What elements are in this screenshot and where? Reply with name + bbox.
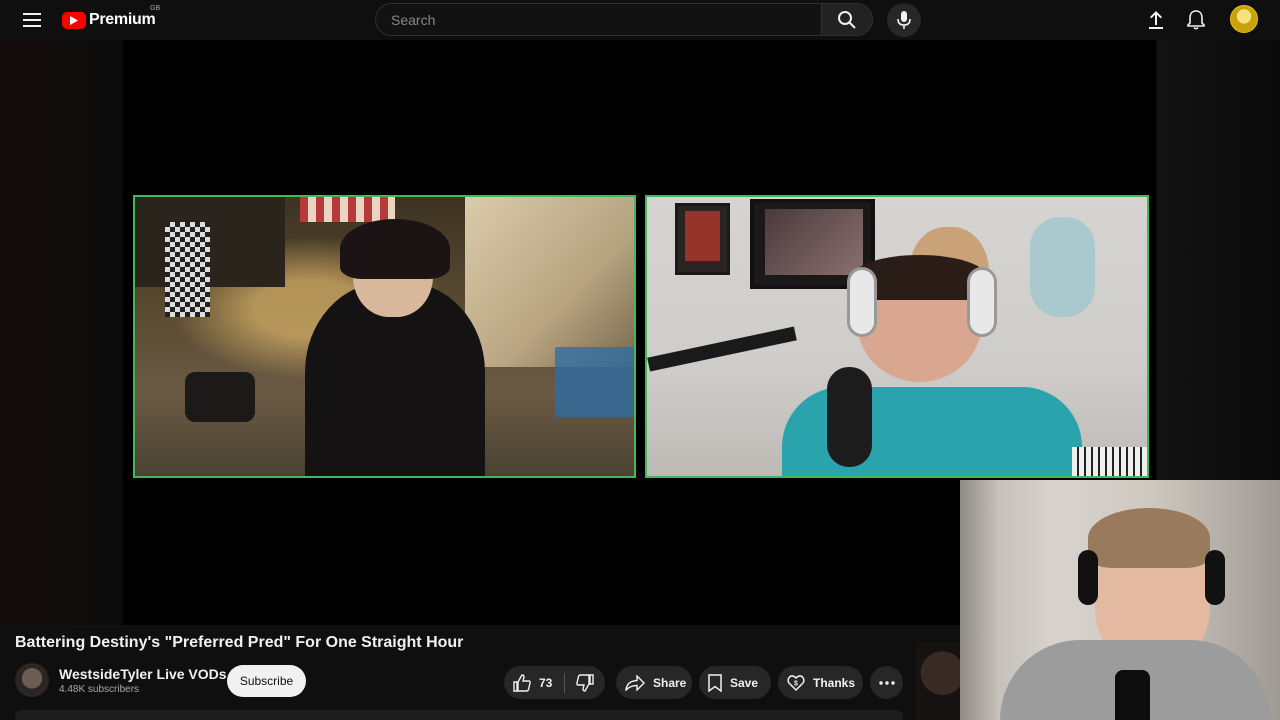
top-bar: Premium GB bbox=[0, 0, 1280, 40]
like-count: 73 bbox=[539, 675, 553, 690]
subscriber-count: 4.48K subscribers bbox=[59, 684, 140, 695]
more-horizontal-icon bbox=[878, 680, 895, 685]
video-frame-left-participant bbox=[133, 195, 636, 478]
svg-text:$: $ bbox=[794, 680, 798, 687]
search-button[interactable] bbox=[821, 3, 873, 36]
thanks-label: Thanks bbox=[813, 675, 856, 690]
share-icon bbox=[625, 674, 645, 691]
thanks-icon: $ bbox=[787, 674, 805, 691]
video-frame-right-participant bbox=[645, 195, 1149, 478]
bell-icon bbox=[1187, 10, 1205, 30]
upload-icon bbox=[1149, 11, 1163, 29]
menu-icon[interactable] bbox=[16, 4, 48, 36]
notifications-button[interactable] bbox=[1180, 4, 1212, 36]
share-label: Share bbox=[653, 675, 687, 690]
sidebar-thumbnail[interactable] bbox=[916, 642, 960, 720]
create-upload-button[interactable] bbox=[1140, 4, 1172, 36]
search-icon bbox=[838, 10, 856, 29]
share-button[interactable]: Share bbox=[616, 666, 692, 699]
like-dislike-group: 73 bbox=[504, 666, 605, 699]
youtube-play-icon bbox=[62, 11, 86, 29]
like-button[interactable]: 73 bbox=[504, 666, 564, 699]
logo-country-code: GB bbox=[150, 5, 161, 12]
logo-text: Premium bbox=[89, 11, 156, 28]
search-box[interactable] bbox=[375, 3, 822, 36]
more-actions-button[interactable] bbox=[870, 666, 903, 699]
dislike-button[interactable] bbox=[565, 666, 605, 699]
video-title: Battering Destiny's "Preferred Pred" For… bbox=[15, 634, 464, 651]
channel-name[interactable]: WestsideTyler Live VODs bbox=[59, 666, 227, 682]
thumbs-up-icon bbox=[513, 673, 531, 692]
description-box[interactable] bbox=[15, 710, 903, 720]
save-label: Save bbox=[730, 675, 759, 690]
save-button[interactable]: Save bbox=[699, 666, 771, 699]
bookmark-icon bbox=[708, 673, 722, 692]
thanks-button[interactable]: $ Thanks bbox=[778, 666, 863, 699]
thumbs-down-icon bbox=[576, 673, 594, 692]
voice-search-button[interactable] bbox=[887, 3, 921, 37]
account-avatar[interactable] bbox=[1230, 5, 1258, 33]
microphone-icon bbox=[897, 11, 911, 29]
subscribe-button[interactable]: Subscribe bbox=[227, 665, 306, 697]
streamer-webcam-overlay bbox=[960, 480, 1280, 720]
youtube-premium-logo[interactable]: Premium bbox=[62, 8, 156, 32]
channel-avatar[interactable] bbox=[15, 663, 49, 697]
search-input[interactable] bbox=[389, 10, 822, 29]
